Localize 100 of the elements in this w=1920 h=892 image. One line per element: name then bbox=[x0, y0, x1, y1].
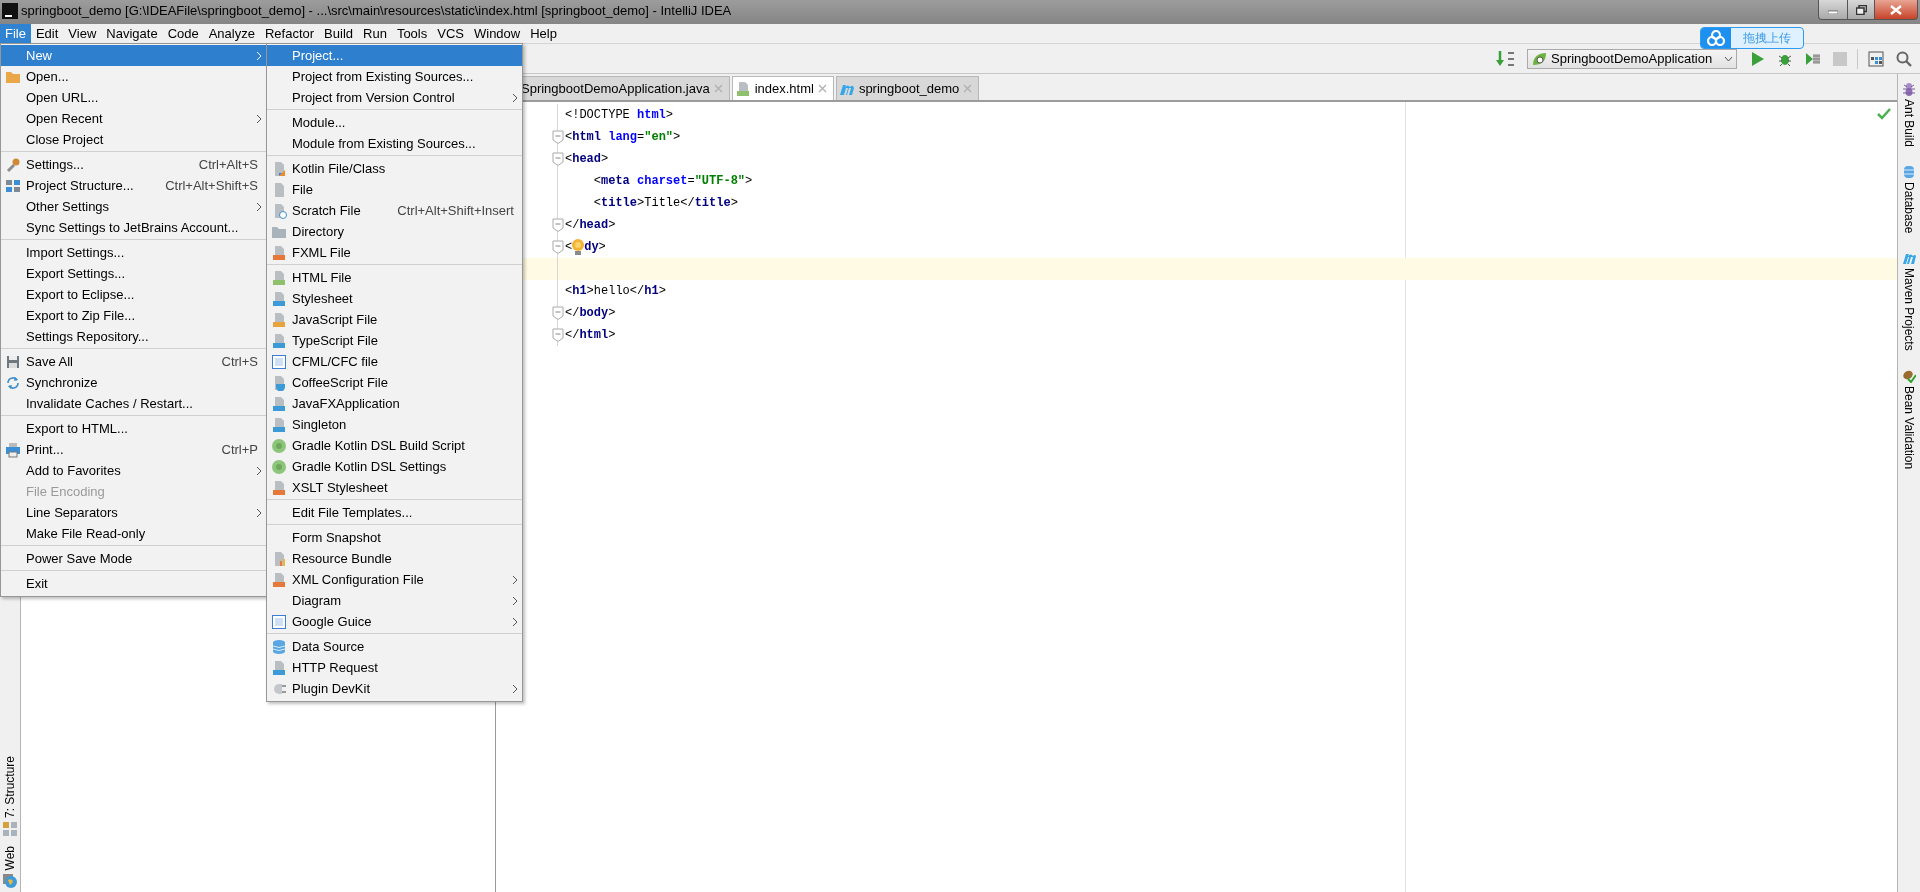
close-icon[interactable] bbox=[713, 84, 723, 93]
menu-bar-item[interactable]: File bbox=[0, 24, 31, 43]
file-icon bbox=[271, 332, 287, 349]
fold-marker-icon[interactable] bbox=[552, 306, 564, 320]
menu-item[interactable]: Module from Existing Sources... bbox=[267, 133, 522, 154]
menu-item[interactable]: Open Recent bbox=[1, 108, 266, 129]
menu-item[interactable]: Project Structure... Ctrl+Alt+Shift+S bbox=[1, 175, 266, 196]
caret-icon bbox=[1724, 55, 1733, 62]
menu-item[interactable]: Invalidate Caches / Restart... bbox=[1, 393, 266, 414]
grid-icon[interactable] bbox=[1868, 50, 1884, 67]
tool-window-button[interactable]: Database bbox=[1902, 165, 1916, 234]
menu-item[interactable]: Other Settings bbox=[1, 196, 266, 217]
menu-item[interactable]: Edit File Templates... bbox=[267, 502, 522, 523]
menu-item[interactable]: Synchronize bbox=[1, 372, 266, 393]
menu-item[interactable]: FXML File bbox=[267, 242, 522, 263]
menu-item[interactable]: Form Snapshot bbox=[267, 527, 522, 548]
menu-item[interactable]: Project... bbox=[267, 45, 522, 66]
menu-item[interactable]: Module... bbox=[267, 112, 522, 133]
printer-icon bbox=[5, 441, 21, 458]
menu-item[interactable]: Export to Eclipse... bbox=[1, 284, 266, 305]
menu-item[interactable]: Sync Settings to JetBrains Account... bbox=[1, 217, 266, 238]
menu-item[interactable]: Gradle Kotlin DSL Settings bbox=[267, 456, 522, 477]
fold-marker-icon[interactable] bbox=[552, 328, 564, 342]
menu-item[interactable]: Open URL... bbox=[1, 87, 266, 108]
menu-item[interactable]: Line Separators bbox=[1, 502, 266, 523]
menu-item[interactable]: Settings Repository... bbox=[1, 326, 266, 347]
menu-item[interactable]: Scratch File Ctrl+Alt+Shift+Insert bbox=[267, 200, 522, 221]
menu-bar-item[interactable]: Analyze bbox=[203, 24, 260, 43]
menu-item[interactable]: Print... Ctrl+P bbox=[1, 439, 266, 460]
fold-marker-icon[interactable] bbox=[552, 240, 564, 254]
menu-item[interactable]: Kotlin File/Class bbox=[267, 158, 522, 179]
menu-item[interactable]: XSLT Stylesheet bbox=[267, 477, 522, 498]
menu-item[interactable]: Singleton bbox=[267, 414, 522, 435]
menu-bar-item[interactable]: Run bbox=[358, 24, 392, 43]
close-icon[interactable] bbox=[817, 84, 827, 93]
menu-bar-item[interactable]: Tools bbox=[391, 24, 433, 43]
close-icon[interactable] bbox=[963, 84, 973, 93]
menu-bar-item[interactable]: VCS bbox=[432, 24, 469, 43]
menu-bar-item[interactable]: Navigate bbox=[101, 24, 163, 43]
menu-item[interactable]: Import Settings... bbox=[1, 242, 266, 263]
menu-bar-item[interactable]: Build bbox=[319, 24, 358, 43]
tool-window-button[interactable]: Bean Validation bbox=[1902, 369, 1916, 470]
coverage-icon[interactable] bbox=[1805, 50, 1821, 67]
menu-item[interactable]: Data Source bbox=[267, 636, 522, 657]
tool-window-button[interactable]: Ant Build bbox=[1902, 82, 1916, 148]
menu-item[interactable]: Resource Bundle bbox=[267, 548, 522, 569]
menu-bar-item[interactable]: Window bbox=[468, 24, 526, 43]
menu-item[interactable]: Settings... Ctrl+Alt+S bbox=[1, 154, 266, 175]
menu-item[interactable]: XML Configuration File bbox=[267, 569, 522, 590]
minimize-button[interactable] bbox=[1818, 0, 1848, 20]
menu-item[interactable]: Plugin DevKit bbox=[267, 678, 522, 699]
tool-window-button[interactable]: Maven Projects bbox=[1902, 251, 1916, 352]
menu-bar-item[interactable]: Help bbox=[525, 24, 562, 43]
menu-bar-item[interactable]: Edit bbox=[30, 24, 64, 43]
fold-marker-icon[interactable] bbox=[552, 152, 564, 166]
menu-item[interactable]: Gradle Kotlin DSL Build Script bbox=[267, 435, 522, 456]
tool-window-button[interactable]: Web bbox=[3, 845, 17, 888]
run-configuration-dropdown[interactable]: SpringbootDemoApplication bbox=[1527, 48, 1737, 69]
restore-icon bbox=[1855, 4, 1867, 15]
file-icon bbox=[271, 395, 287, 412]
menu-item[interactable]: TypeScript File bbox=[267, 330, 522, 351]
editor-tab[interactable]: springboot_demo bbox=[835, 76, 980, 100]
check-icon bbox=[1877, 108, 1891, 120]
fold-marker-icon[interactable] bbox=[552, 218, 564, 232]
search-icon[interactable] bbox=[1896, 50, 1912, 67]
menu-item[interactable]: HTML File bbox=[267, 267, 522, 288]
menu-item[interactable]: Power Save Mode bbox=[1, 548, 266, 569]
menu-item[interactable]: Stylesheet bbox=[267, 288, 522, 309]
menu-item[interactable]: Make File Read-only bbox=[1, 523, 266, 544]
sync-icon bbox=[5, 374, 21, 391]
run-icon[interactable] bbox=[1751, 50, 1765, 67]
menu-item[interactable]: File bbox=[267, 179, 522, 200]
menu-bar-item[interactable]: View bbox=[63, 24, 102, 43]
menu-item[interactable]: Export to HTML... bbox=[1, 418, 266, 439]
menu-item[interactable]: Directory bbox=[267, 221, 522, 242]
menu-bar-item[interactable]: Refactor bbox=[259, 24, 320, 43]
maximize-button[interactable] bbox=[1848, 0, 1875, 20]
menu-item[interactable]: Close Project bbox=[1, 129, 266, 150]
lightbulb-icon[interactable] bbox=[571, 238, 586, 256]
menu-item[interactable]: Save All Ctrl+S bbox=[1, 351, 266, 372]
editor-tab[interactable]: index.html bbox=[731, 76, 834, 100]
menu-item[interactable]: HTTP Request bbox=[267, 657, 522, 678]
menu-item[interactable]: Export Settings... bbox=[1, 263, 266, 284]
tool-window-button[interactable]: 7: Structure bbox=[3, 755, 17, 836]
menu-bar-item[interactable]: Code bbox=[162, 24, 204, 43]
download-arrow-icon[interactable] bbox=[1495, 49, 1517, 68]
menu-item[interactable]: New bbox=[1, 45, 266, 66]
menu-item[interactable]: Open... bbox=[1, 66, 266, 87]
menu-item[interactable]: Exit bbox=[1, 573, 266, 594]
menu-item[interactable]: CFML/CFC file bbox=[267, 351, 522, 372]
chevron-icon bbox=[512, 595, 518, 606]
menu-item[interactable]: Diagram bbox=[267, 590, 522, 611]
menu-item[interactable]: JavaFXApplication bbox=[267, 393, 522, 414]
menu-item[interactable]: Google Guice bbox=[267, 611, 522, 632]
fold-marker-icon[interactable] bbox=[552, 130, 564, 144]
menu-item[interactable]: Add to Favorites bbox=[1, 460, 266, 481]
menu-item[interactable]: Export to Zip File... bbox=[1, 305, 266, 326]
close-button[interactable] bbox=[1875, 0, 1918, 20]
menu-item[interactable]: JavaScript File bbox=[267, 309, 522, 330]
menu-item[interactable]: CoffeeScript File bbox=[267, 372, 522, 393]
